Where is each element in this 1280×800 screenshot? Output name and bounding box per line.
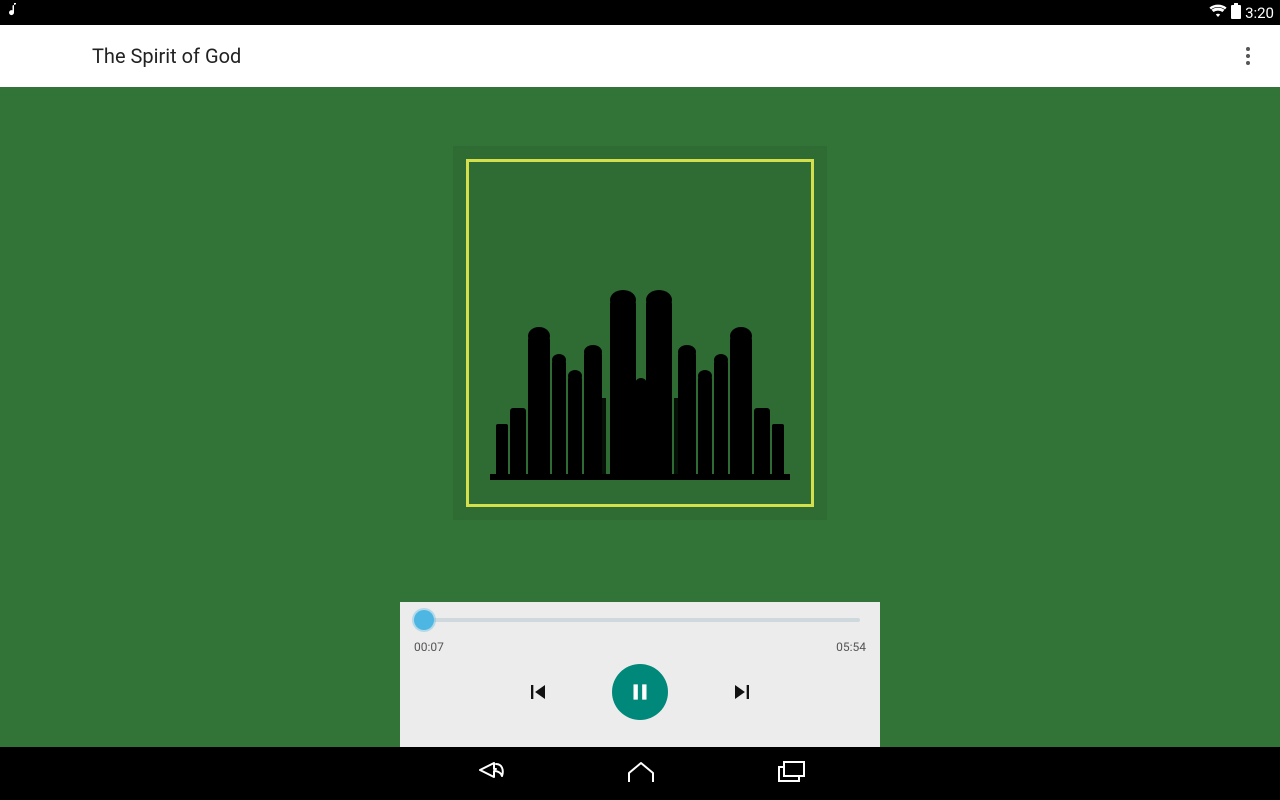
back-icon (474, 758, 506, 786)
next-button[interactable] (728, 678, 756, 706)
overflow-menu-button[interactable] (1236, 36, 1260, 76)
duration-time: 05:54 (836, 640, 866, 654)
album-art-frame (466, 159, 814, 507)
status-bar: 3:20 (0, 0, 1280, 25)
app-bar: The Spirit of God (0, 25, 1280, 87)
organ-pipes-icon (490, 288, 790, 480)
pause-button[interactable] (612, 664, 668, 720)
recents-button[interactable] (776, 759, 806, 789)
clock-time: 3:20 (1245, 4, 1274, 22)
previous-button[interactable] (524, 678, 552, 706)
seek-thumb[interactable] (414, 610, 434, 630)
battery-icon (1231, 3, 1241, 23)
page-title: The Spirit of God (20, 44, 241, 68)
pause-icon (627, 679, 653, 705)
elapsed-time: 00:07 (414, 640, 444, 654)
seek-bar[interactable] (400, 612, 880, 628)
skip-next-icon (728, 678, 756, 706)
navigation-bar (0, 747, 1280, 800)
back-button[interactable] (474, 758, 506, 790)
home-icon (626, 759, 656, 785)
music-note-icon (6, 3, 18, 22)
wifi-icon (1209, 4, 1227, 22)
skip-previous-icon (524, 678, 552, 706)
player-panel: 00:07 05:54 (400, 602, 880, 747)
album-art (453, 146, 827, 520)
home-button[interactable] (626, 759, 656, 789)
content-area: 00:07 05:54 (0, 87, 1280, 747)
recents-icon (776, 759, 806, 785)
